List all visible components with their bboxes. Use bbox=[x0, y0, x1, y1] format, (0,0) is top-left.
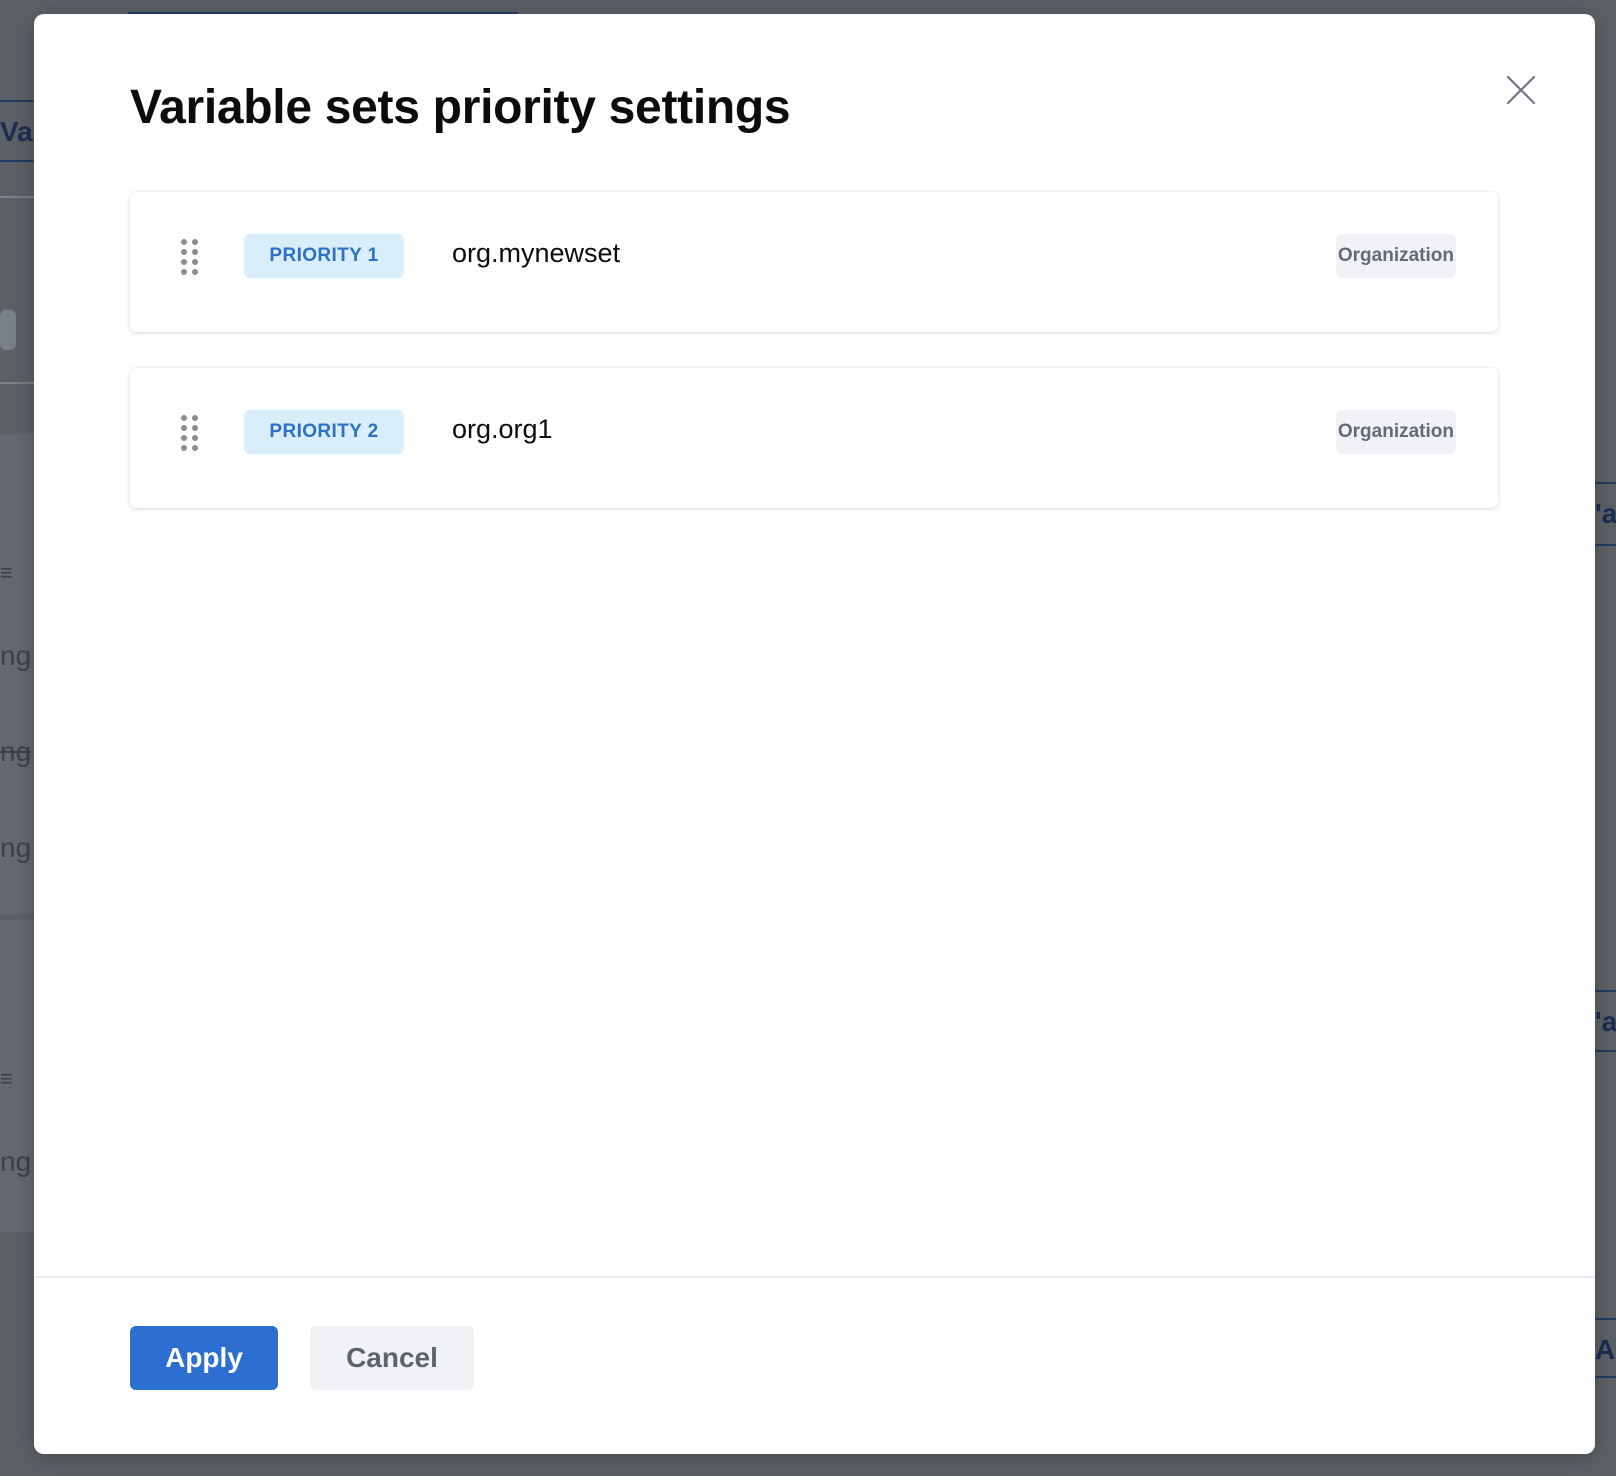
variable-set-list: PRIORITY 1 org.mynewset Organization PRI… bbox=[130, 192, 1498, 544]
drag-handle-icon[interactable] bbox=[180, 238, 200, 276]
variable-set-item[interactable]: PRIORITY 2 org.org1 Organization bbox=[130, 368, 1498, 508]
apply-button[interactable]: Apply bbox=[130, 1326, 278, 1390]
background-menu-icon: ≡ bbox=[0, 560, 13, 585]
background-tab-underline bbox=[1595, 1050, 1616, 1052]
drag-handle-icon[interactable] bbox=[180, 414, 200, 452]
background-chip bbox=[0, 310, 16, 350]
background-text: ng bbox=[0, 832, 32, 863]
background-tab-underline bbox=[0, 100, 34, 102]
variable-set-name: org.org1 bbox=[452, 414, 553, 444]
background-text: ng bbox=[0, 736, 32, 767]
background-text: ng bbox=[0, 640, 32, 671]
priority-badge: PRIORITY 2 bbox=[244, 410, 404, 454]
variable-set-item[interactable]: PRIORITY 1 org.mynewset Organization bbox=[130, 192, 1498, 332]
background-tab-underline bbox=[1595, 1376, 1616, 1378]
close-button[interactable] bbox=[1503, 72, 1539, 108]
background-divider bbox=[0, 196, 34, 198]
scope-badge: Organization bbox=[1335, 410, 1456, 454]
background-tab-label: Ad bbox=[1595, 1334, 1616, 1365]
background-tab-underline bbox=[0, 160, 34, 162]
background-tab-underline bbox=[1595, 482, 1616, 484]
cancel-button[interactable]: Cancel bbox=[310, 1326, 474, 1390]
priority-badge: PRIORITY 1 bbox=[244, 234, 404, 278]
modal-footer: Apply Cancel bbox=[34, 1276, 1595, 1454]
background-menu-icon: ≡ bbox=[0, 1066, 13, 1091]
background-divider bbox=[0, 382, 34, 384]
background-tab-label: Va bbox=[0, 116, 33, 147]
modal-title: Variable sets priority settings bbox=[130, 81, 791, 134]
close-icon bbox=[1506, 75, 1536, 105]
variable-set-name: org.mynewset bbox=[452, 238, 621, 268]
background-text: ng bbox=[0, 1146, 32, 1177]
background-tab-label: 'a bbox=[1595, 498, 1616, 529]
background-tab-label: 'a bbox=[1595, 1006, 1616, 1037]
background-tab-underline bbox=[1595, 544, 1616, 546]
priority-settings-modal: Variable sets priority settings PRIORITY… bbox=[34, 14, 1595, 1454]
background-tab-underline bbox=[1595, 990, 1616, 992]
scope-badge: Organization bbox=[1335, 234, 1456, 278]
background-tab-underline bbox=[1595, 1318, 1616, 1320]
